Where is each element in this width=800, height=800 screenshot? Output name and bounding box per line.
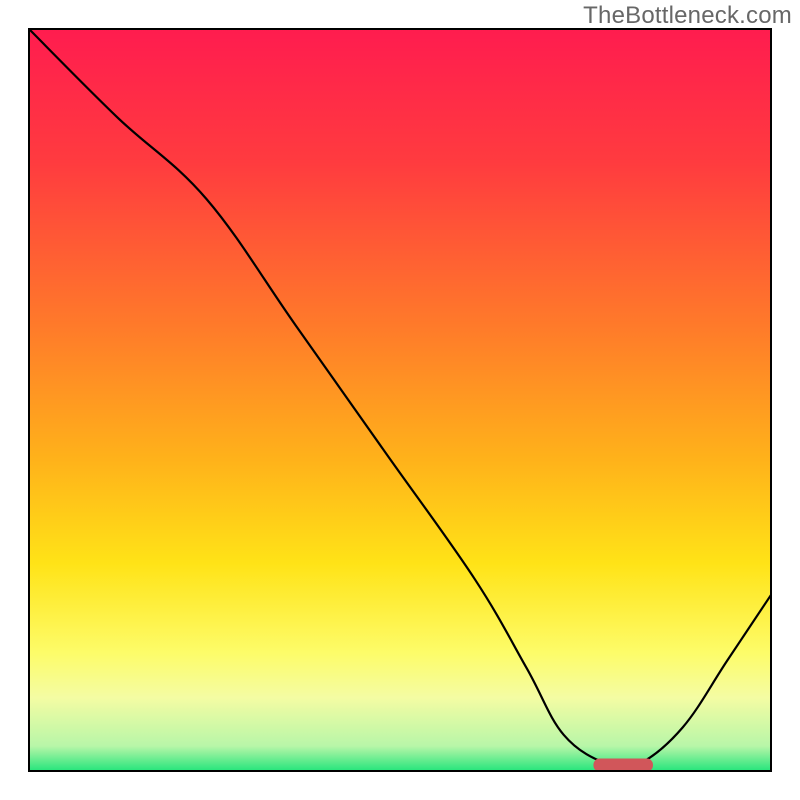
plot-area	[28, 28, 772, 772]
gradient-background	[28, 28, 772, 772]
plot-svg	[28, 28, 772, 772]
chart-stage: TheBottleneck.com	[0, 0, 800, 800]
watermark-text: TheBottleneck.com	[583, 2, 792, 30]
optimal-range-marker	[593, 759, 653, 772]
